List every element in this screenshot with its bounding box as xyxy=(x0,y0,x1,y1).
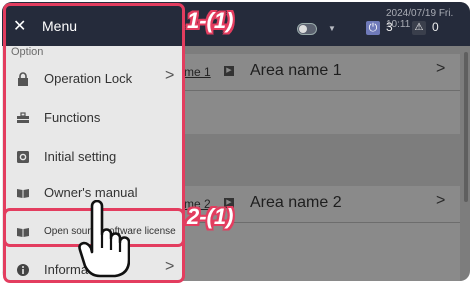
scrollbar[interactable] xyxy=(464,52,468,202)
alarm-icon[interactable]: ⚠ xyxy=(412,21,426,35)
chevron-right-icon[interactable]: > xyxy=(436,60,445,78)
hand-cursor-icon xyxy=(78,200,130,278)
date-time: 2024/07/19 Fri. 10:11 xyxy=(386,8,454,30)
step-label-1: 1-(1) xyxy=(187,8,234,33)
area-card-2[interactable]: me 2 ▶ Area name 2 > xyxy=(170,186,460,281)
power-count: 3 xyxy=(386,20,393,34)
area-card-header: me 1 ▶ Area name 1 > xyxy=(170,54,460,91)
area-small-label[interactable]: me 1 xyxy=(184,65,211,79)
step-label-2: 2-(1) xyxy=(187,204,234,229)
alarm-count: 0 xyxy=(432,20,439,34)
dropdown-arrow-icon[interactable]: ▼ xyxy=(328,24,336,33)
play-icon: ▶ xyxy=(224,66,234,76)
area-card-1[interactable]: me 1 ▶ Area name 1 > xyxy=(170,54,460,134)
power-icon[interactable]: ⏻ xyxy=(366,21,380,35)
area-name: Area name 2 xyxy=(250,194,342,211)
chevron-right-icon[interactable]: > xyxy=(436,192,445,210)
display-toggle-icon[interactable] xyxy=(297,23,317,35)
area-name: Area name 1 xyxy=(250,62,342,79)
